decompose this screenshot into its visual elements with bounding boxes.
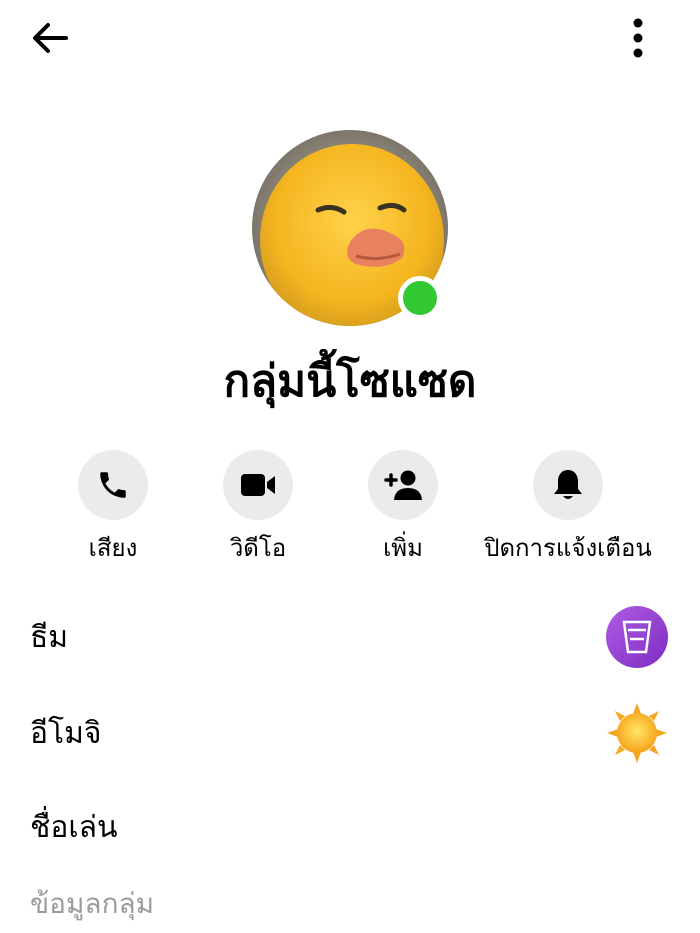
sun-emoji-icon bbox=[607, 703, 667, 763]
top-bar bbox=[0, 0, 700, 80]
theme-preview bbox=[606, 606, 668, 668]
video-icon bbox=[241, 474, 275, 496]
add-member-label: เพิ่ม bbox=[383, 534, 423, 562]
nicknames-label: ชื่อเล่น bbox=[30, 810, 118, 845]
group-info-section-header: ข้อมูลกลุ่ม bbox=[30, 887, 155, 920]
theme-label: ธีม bbox=[30, 620, 69, 655]
tinytan-theme-icon bbox=[606, 606, 668, 668]
emoji-label: อีโมจิ bbox=[30, 716, 102, 751]
mute-notifications-label: ปิดการแจ้งเตือน bbox=[484, 534, 652, 562]
nicknames-row[interactable]: ชื่อเล่น bbox=[0, 788, 700, 868]
bell-icon bbox=[554, 470, 582, 499]
group-avatar[interactable] bbox=[252, 130, 448, 326]
online-status-indicator bbox=[398, 276, 442, 320]
mute-notifications-circle bbox=[533, 450, 603, 520]
emoji-row[interactable]: อีโมจิ bbox=[0, 694, 700, 774]
back-button[interactable] bbox=[28, 18, 72, 58]
more-vertical-icon bbox=[633, 18, 643, 58]
audio-call-circle bbox=[78, 450, 148, 520]
phone-icon bbox=[100, 472, 126, 498]
action-buttons: เสียง วิดีโอ เพิ่ม ปิดการแจ้งเตือน bbox=[0, 450, 700, 570]
arrow-left-icon bbox=[33, 23, 68, 53]
group-name: กลุ่มนี้โซแซด bbox=[223, 356, 477, 407]
mute-notifications-button[interactable]: ปิดการแจ้งเตือน bbox=[478, 450, 658, 564]
add-member-circle bbox=[368, 450, 438, 520]
video-call-circle bbox=[223, 450, 293, 520]
theme-row[interactable]: ธีม bbox=[0, 598, 700, 678]
add-person-icon bbox=[384, 470, 422, 500]
more-options-button[interactable] bbox=[618, 14, 658, 62]
add-member-button[interactable]: เพิ่ม bbox=[313, 450, 493, 564]
emoji-preview bbox=[606, 702, 668, 764]
